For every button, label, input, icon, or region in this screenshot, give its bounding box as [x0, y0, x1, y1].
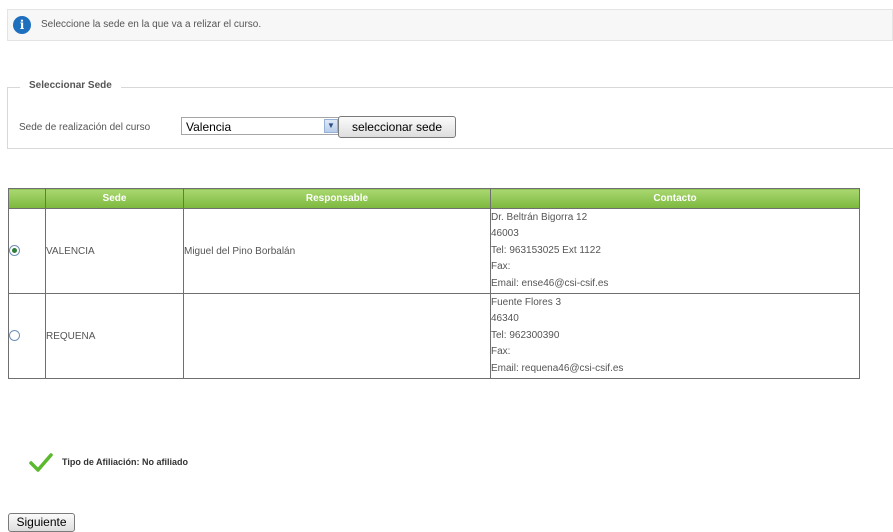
select-sede-button[interactable]: seleccionar sede: [338, 116, 456, 138]
contact-info: Fuente Flores 3 46340 Tel: 962300390 Fax…: [490, 293, 860, 379]
fieldset-legend: Seleccionar Sede: [20, 80, 121, 91]
contact-address: Dr. Beltrán Bigorra 12: [491, 211, 588, 223]
header-sede: Sede: [45, 188, 184, 209]
sede-name: REQUENA: [45, 293, 184, 379]
info-bar: i Seleccione la sede en la que va a reli…: [7, 9, 893, 41]
header-contacto: Contacto: [490, 188, 860, 209]
radio-cell[interactable]: [8, 293, 46, 379]
affiliation-text: Tipo de Afiliación: No afiliado: [62, 457, 189, 467]
sede-label: Sede de realización del curso: [19, 122, 151, 133]
radio-valencia[interactable]: [9, 245, 20, 257]
table-row[interactable]: REQUENA Fuente Flores 3 46340 Tel: 96230…: [8, 293, 860, 379]
radio-cell[interactable]: [8, 208, 46, 294]
contact-info: Dr. Beltrán Bigorra 12 46003 Tel: 963153…: [490, 208, 860, 294]
sede-select-value: Valencia: [186, 120, 232, 134]
sedes-table: Sede Responsable Contacto VALENCIA Migue…: [8, 188, 860, 379]
sede-select[interactable]: Valencia ▼: [181, 117, 340, 135]
contact-email: Email: ense46@csi-csif.es: [491, 277, 609, 289]
chevron-down-icon[interactable]: ▼: [324, 119, 338, 133]
contact-phone: Tel: 962300390: [491, 329, 560, 341]
info-icon: i: [13, 16, 31, 34]
header-radio: [8, 188, 46, 209]
contact-address: Fuente Flores 3: [491, 296, 562, 308]
contact-fax: Fax:: [491, 261, 511, 273]
sede-name: VALENCIA: [45, 208, 184, 294]
contact-fax: Fax:: [491, 346, 511, 358]
header-responsable: Responsable: [183, 188, 491, 209]
contact-postal: 46003: [491, 228, 519, 240]
next-button[interactable]: Siguiente: [8, 513, 75, 532]
info-message: Seleccione la sede en la que va a reliza…: [41, 19, 262, 30]
responsable-name: Miguel del Pino Borbalán: [183, 208, 491, 294]
check-icon: [29, 453, 53, 472]
responsable-name: [183, 293, 491, 379]
table-row[interactable]: VALENCIA Miguel del Pino Borbalán Dr. Be…: [8, 208, 860, 294]
contact-phone: Tel: 963153025 Ext 1122: [491, 244, 601, 256]
radio-requena[interactable]: [9, 330, 20, 342]
contact-postal: 46340: [491, 313, 519, 325]
contact-email: Email: requena46@csi-csif.es: [491, 362, 624, 374]
table-header-row: Sede Responsable Contacto: [8, 188, 860, 209]
